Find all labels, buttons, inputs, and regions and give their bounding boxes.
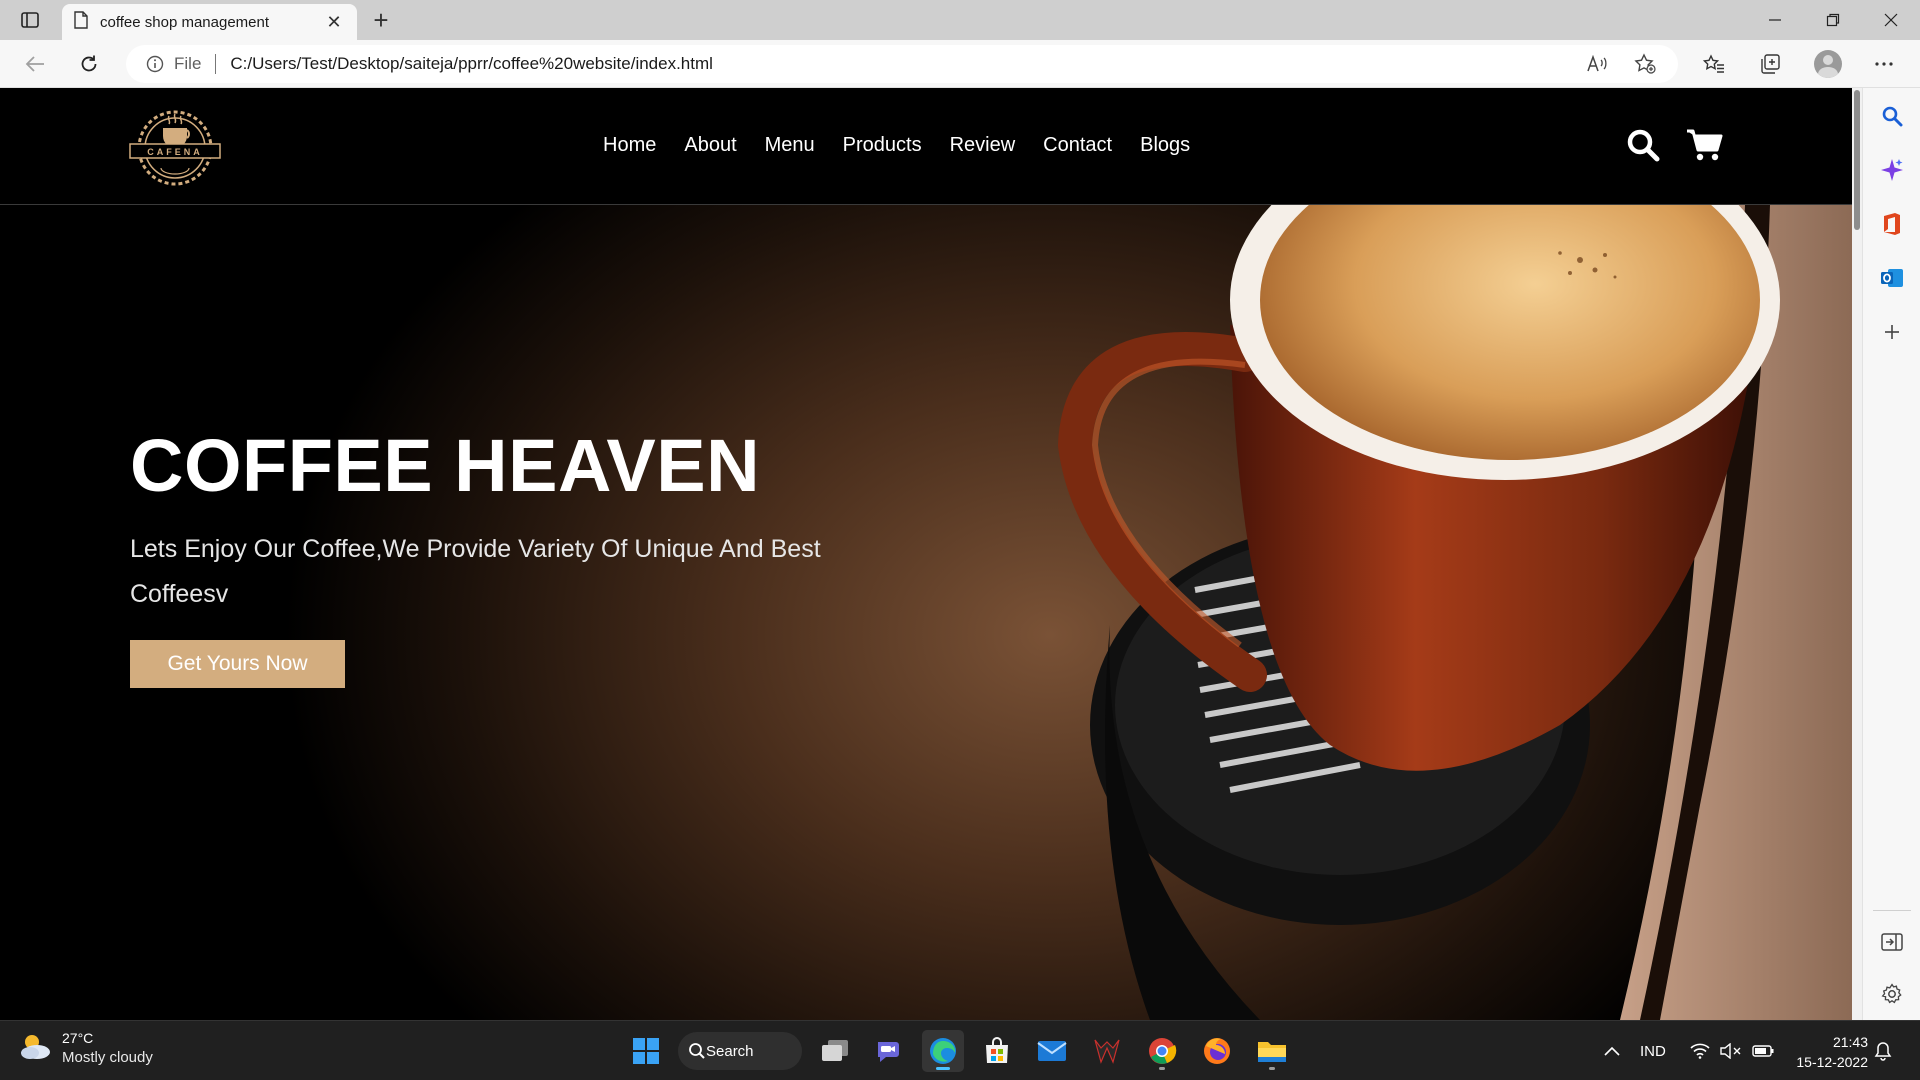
profile-avatar[interactable] [1810,46,1846,82]
site-header: CAFENA Home About Menu Products Review C… [0,88,1852,205]
clock-date: 15-12-2022 [1796,1054,1868,1070]
edge-browser-icon[interactable] [922,1030,964,1072]
search-icon[interactable] [1624,126,1662,164]
address-scheme-label: File [174,54,202,73]
minimize-icon[interactable] [1746,0,1804,40]
sidebar-divider [1873,910,1911,911]
weather-condition: Mostly cloudy [62,1049,153,1066]
hero-title: COFFEE HEAVEN [130,424,761,507]
browser-tab-active[interactable]: coffee shop management ✕ [62,4,357,40]
search-icon [688,1042,706,1064]
settings-gear-icon[interactable] [1876,978,1908,1010]
partly-cloudy-icon [18,1031,52,1066]
outlook-icon[interactable] [1876,262,1908,294]
back-arrow-icon[interactable] [18,48,52,80]
windows-start-icon[interactable] [625,1030,667,1072]
mail-icon[interactable] [1031,1030,1073,1072]
show-hidden-icons-chevron-icon[interactable] [1604,1021,1620,1080]
sidebar-search-icon[interactable] [1876,100,1908,132]
taskbar-search-button[interactable]: Search [678,1032,802,1070]
url-text[interactable]: C:/Users/Test/Desktop/saiteja/pprr/coffe… [230,54,1564,74]
cafena-logo[interactable]: CAFENA [128,106,222,186]
weather-widget[interactable]: 27°C Mostly cloudy [18,1029,153,1067]
main-nav: Home About Menu Products Review Contact … [603,134,1190,157]
hide-sidebar-icon[interactable] [1876,926,1908,958]
browser-tab-bar: coffee shop management ✕ + [0,0,1920,40]
teams-chat-icon[interactable] [868,1030,910,1072]
more-options-icon[interactable] [1866,46,1902,82]
language-indicator[interactable]: IND [1640,1021,1666,1080]
tab-actions-icon[interactable] [14,6,46,34]
notification-bell-icon[interactable] [1874,1021,1892,1080]
nav-home[interactable]: Home [603,134,656,157]
copilot-sparkle-icon[interactable] [1876,154,1908,186]
collections-icon[interactable] [1752,46,1788,82]
close-tab-icon[interactable]: ✕ [323,11,345,33]
page-viewport: CAFENA Home About Menu Products Review C… [0,88,1852,1020]
address-separator [215,54,217,74]
cart-icon[interactable] [1686,126,1724,164]
browser-toolbar: File C:/Users/Test/Desktop/saiteja/pprr/… [0,40,1920,88]
wifi-icon[interactable] [1690,1021,1710,1080]
close-window-icon[interactable] [1862,0,1920,40]
nav-review[interactable]: Review [950,134,1016,157]
scrollbar-thumb[interactable] [1854,90,1860,230]
weather-temperature: 27°C [62,1030,94,1046]
battery-icon[interactable] [1752,1021,1774,1080]
reload-icon[interactable] [72,48,106,80]
get-yours-now-button[interactable]: Get Yours Now [130,640,345,688]
add-favorite-icon[interactable] [1630,49,1660,79]
file-explorer-icon[interactable] [1251,1030,1293,1072]
nav-about[interactable]: About [684,134,736,157]
microsoft-store-icon[interactable] [976,1030,1018,1072]
running-indicator [1269,1067,1275,1070]
nav-menu[interactable]: Menu [765,134,815,157]
nav-products[interactable]: Products [843,134,922,157]
info-icon[interactable] [144,53,166,75]
running-indicator [1159,1067,1165,1070]
avatar-icon [1814,50,1842,78]
predator-sense-icon[interactable] [1086,1030,1128,1072]
taskbar-search-label: Search [706,1042,754,1060]
page-icon [74,10,88,34]
windows-taskbar: 27°C Mostly cloudy Search IND 21:43 15-1… [0,1020,1920,1080]
address-bar[interactable]: File C:/Users/Test/Desktop/saiteja/pprr/… [126,45,1678,83]
restore-icon[interactable] [1804,0,1862,40]
page-scrollbar[interactable] [1852,88,1862,1020]
taskbar-clock[interactable]: 21:43 15-12-2022 [1790,1032,1868,1072]
tab-title: coffee shop management [100,13,270,31]
nav-contact[interactable]: Contact [1043,134,1112,157]
new-tab-icon[interactable]: + [366,5,396,35]
active-app-indicator [936,1067,950,1070]
hero-section: COFFEE HEAVEN Lets Enjoy Our Coffee,We P… [0,205,1852,1020]
clock-time: 21:43 [1832,1034,1868,1050]
office-icon[interactable] [1876,208,1908,240]
favorites-icon[interactable] [1696,46,1732,82]
task-view-icon[interactable] [814,1030,856,1072]
firefox-icon[interactable] [1196,1030,1238,1072]
volume-muted-icon[interactable] [1720,1021,1742,1080]
chrome-icon[interactable] [1141,1030,1183,1072]
nav-blogs[interactable]: Blogs [1140,134,1190,157]
hero-subtitle: Lets Enjoy Our Coffee,We Provide Variety… [130,535,821,608]
logo-text: CAFENA [147,147,203,157]
add-sidebar-app-icon[interactable] [1876,316,1908,348]
read-aloud-icon[interactable] [1582,49,1612,79]
edge-sidebar [1862,88,1920,1020]
